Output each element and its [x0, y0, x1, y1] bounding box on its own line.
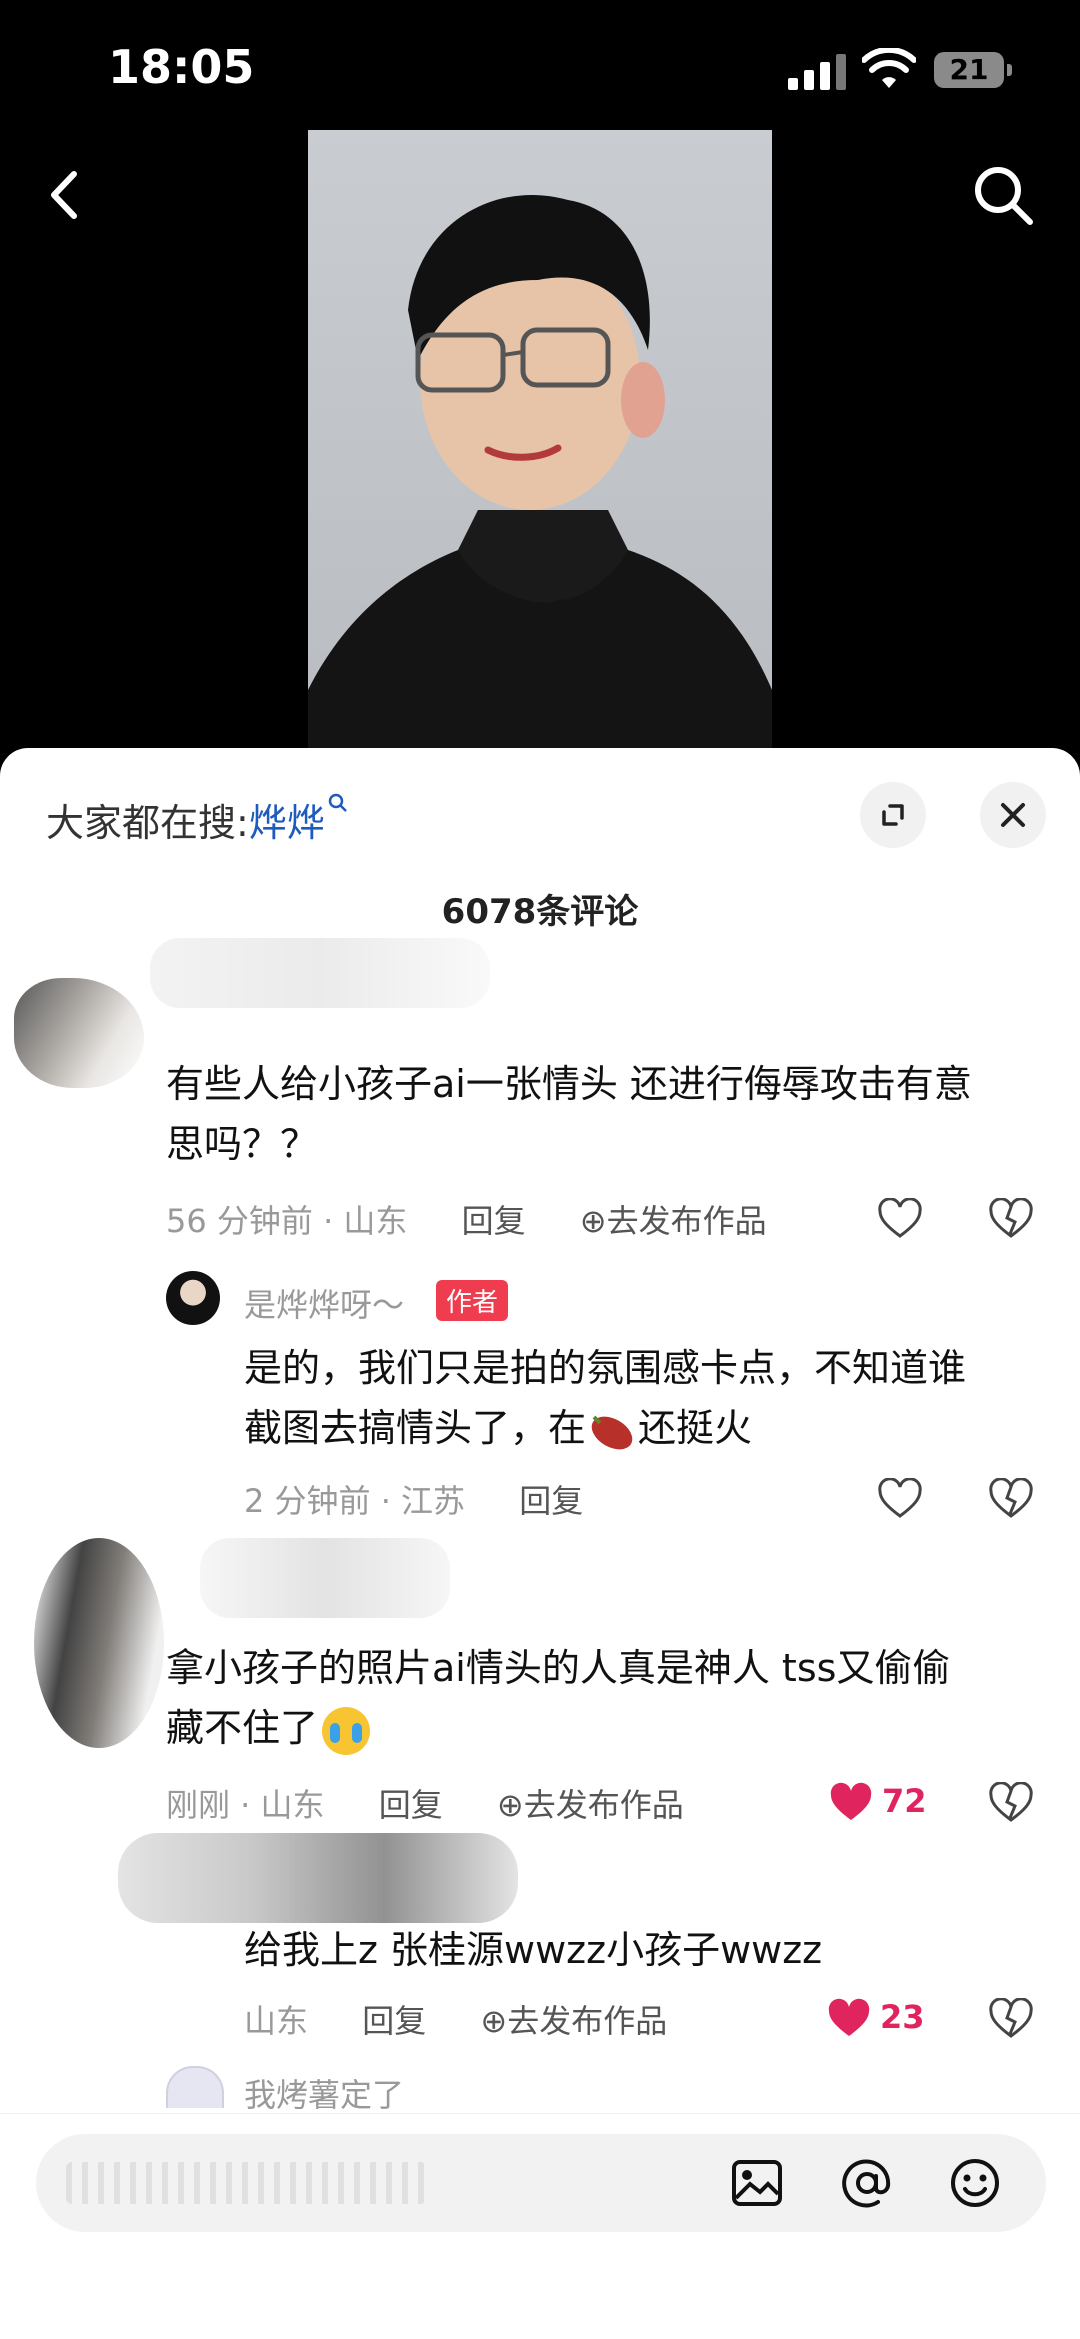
comment-time-location: 山东 — [244, 2002, 309, 2040]
reply-button[interactable]: 回复 — [519, 1482, 583, 1520]
comment-text: 有些人给小孩子ai一张情头 还进行侮辱攻击有意 思吗？？ — [166, 1054, 972, 1174]
close-button[interactable] — [980, 782, 1046, 848]
like-count: 23 — [880, 1998, 925, 2036]
redacted-avatar — [34, 1538, 164, 1748]
boy-portrait-image — [308, 194, 772, 750]
comment-line: 是的，我们只是拍的氛围感卡点，不知道谁 — [244, 1346, 967, 1390]
reply-text: 给我上z 张桂源wwzz小孩子wwzz — [244, 1920, 822, 1980]
reply-author-name[interactable]: 我烤薯定了 — [244, 2070, 404, 2116]
status-time: 18:05 — [108, 40, 255, 94]
dislike-icon[interactable] — [988, 1478, 1034, 1520]
dislike-icon[interactable] — [988, 1198, 1034, 1240]
redacted-username — [200, 1538, 450, 1618]
hot-search[interactable]: 大家都在搜:烨烨 — [46, 792, 349, 847]
publish-icon: ⊕ — [480, 2002, 508, 2040]
comment-text: 拿小孩子的照片ai情头的人真是神人 tss又偷偷 藏不住了 — [166, 1638, 950, 1758]
comment-line: 思吗？？ — [166, 1122, 319, 1166]
comment-input-bar — [0, 2113, 1080, 2339]
redacted-username — [150, 938, 490, 1008]
comment-meta: 56 分钟前 · 山东 回复 ⊕去发布作品 — [166, 1196, 767, 1242]
wifi-icon — [862, 48, 916, 88]
crying-emoji-icon — [322, 1706, 371, 1755]
dislike-icon[interactable] — [988, 1782, 1034, 1824]
comment-meta: 刚刚 · 山东 回复 ⊕去发布作品 — [166, 1780, 684, 1826]
redacted-username — [118, 1833, 518, 1923]
mention-icon[interactable] — [840, 2156, 894, 2210]
author-name[interactable]: 是烨烨呀～ — [244, 1280, 404, 1326]
dislike-icon[interactable] — [988, 1998, 1034, 2040]
comment-line: 给我上z 张桂源wwzz小孩子wwzz — [244, 1928, 823, 1972]
search-icon[interactable] — [968, 160, 1038, 230]
hot-search-keyword[interactable]: 烨烨 — [249, 801, 325, 845]
comment-count: 6078条评论 — [441, 892, 639, 932]
publish-work-button[interactable]: ⊕去发布作品 — [480, 2002, 667, 2040]
redacted-placeholder — [66, 2162, 426, 2204]
reply-button[interactable]: 回复 — [462, 1202, 526, 1240]
like-icon[interactable] — [877, 1198, 923, 1240]
reply-avatar[interactable] — [166, 2066, 224, 2108]
comment-line: 藏不住了 — [166, 1698, 950, 1758]
hot-search-prefix: 大家都在搜: — [46, 801, 249, 845]
comment-line-part: 藏不住了 — [166, 1706, 319, 1750]
reply-text: 是的，我们只是拍的氛围感卡点，不知道谁 截图去搞情头了，在 还挺火 — [244, 1338, 966, 1458]
comment-time-location: 56 分钟前 · 山东 — [166, 1202, 408, 1240]
sweet-potato-icon — [591, 1415, 633, 1449]
comment-line: 有些人给小孩子ai一张情头 还进行侮辱攻击有意 — [166, 1062, 972, 1106]
status-bar: 18:05 21 — [0, 0, 1080, 130]
close-icon — [1001, 803, 1025, 827]
comment-line-part: 截图去搞情头了，在 — [244, 1406, 587, 1450]
comment-time-location: 刚刚 · 山东 — [166, 1786, 325, 1824]
expand-icon — [882, 804, 904, 826]
back-icon[interactable] — [30, 160, 100, 230]
liked-heart-icon[interactable] — [828, 1782, 874, 1824]
comment-line-part: 还挺火 — [638, 1406, 753, 1450]
author-badge: 作者 — [436, 1280, 509, 1321]
mini-search-icon — [328, 793, 347, 812]
comment-meta: 2 分钟前 · 江苏 回复 — [244, 1476, 583, 1522]
publish-work-button[interactable]: ⊕去发布作品 — [497, 1786, 684, 1824]
liked-heart-icon[interactable] — [826, 1998, 872, 2040]
publish-label: 去发布作品 — [523, 1786, 684, 1824]
publish-work-button[interactable]: ⊕去发布作品 — [580, 1202, 767, 1240]
signal-icon — [788, 52, 848, 90]
reply-button[interactable]: 回复 — [379, 1786, 443, 1824]
redacted-avatar — [14, 978, 144, 1088]
comment-line: 截图去搞情头了，在 还挺火 — [244, 1398, 966, 1458]
expand-button[interactable] — [860, 782, 926, 848]
like-count: 72 — [882, 1782, 927, 1820]
author-avatar[interactable] — [166, 1271, 220, 1325]
image-icon[interactable] — [730, 2156, 784, 2210]
publish-icon: ⊕ — [579, 1202, 607, 1240]
comment-sheet: 大家都在搜:烨烨 6078条评论 有些人给小孩子ai一张情头 还进行侮辱攻击有意… — [0, 748, 1080, 2339]
publish-icon: ⊕ — [496, 1786, 524, 1824]
publish-label: 去发布作品 — [606, 1202, 767, 1240]
publish-label: 去发布作品 — [507, 2002, 668, 2040]
reply-button[interactable]: 回复 — [362, 2002, 426, 2040]
like-icon[interactable] — [877, 1478, 923, 1520]
comment-input[interactable] — [36, 2134, 1046, 2232]
battery-icon: 21 — [934, 52, 1012, 88]
comment-line: 拿小孩子的照片ai情头的人真是神人 tss又偷偷 — [166, 1646, 951, 1690]
video-frame[interactable] — [308, 130, 772, 750]
emoji-icon[interactable] — [948, 2156, 1002, 2210]
comment-time-location: 2 分钟前 · 江苏 — [244, 1482, 466, 1520]
comment-meta: 山东 回复 ⊕去发布作品 — [244, 1996, 667, 2042]
